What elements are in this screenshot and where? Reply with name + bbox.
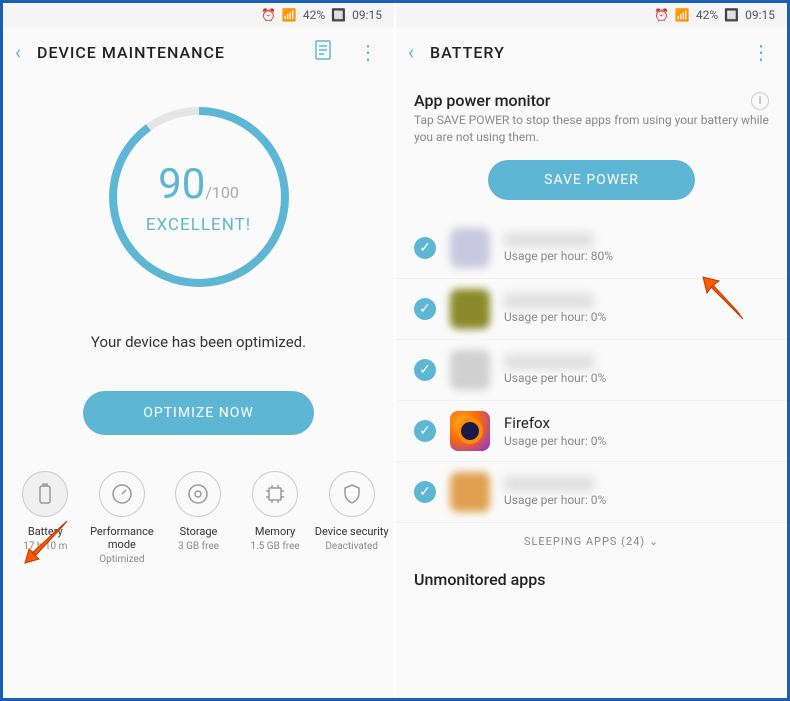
unmonitored-apps-title: Unmonitored apps: [396, 560, 787, 591]
clock: 09:15: [352, 8, 382, 22]
app-row[interactable]: ✓ Usage per hour: 0%: [396, 340, 787, 401]
checkbox-checked-icon[interactable]: ✓: [414, 237, 436, 259]
screen-device-maintenance: ⏰ 📶 42% 🔲 09:15 ‹ DEVICE MAINTENANCE ⋮ 9…: [3, 3, 394, 698]
battery-icon: [22, 471, 68, 517]
back-icon[interactable]: ‹: [15, 40, 21, 64]
bottom-tabs: Battery 17 h 10 m Performance mode Optim…: [3, 465, 394, 579]
tab-label: Performance mode: [84, 525, 161, 551]
page-title: DEVICE MAINTENANCE: [37, 43, 292, 62]
checkbox-checked-icon[interactable]: ✓: [414, 359, 436, 381]
alarm-icon: ⏰: [261, 8, 276, 22]
app-usage: Usage per hour: 80%: [504, 249, 769, 263]
clock: 09:15: [745, 8, 775, 22]
tab-storage[interactable]: Storage 3 GB free: [160, 471, 237, 565]
app-info: Usage per hour: 0%: [504, 294, 769, 324]
tab-label: Battery: [7, 525, 84, 538]
more-icon[interactable]: ⋮: [354, 40, 382, 64]
app-usage: Usage per hour: 0%: [504, 493, 769, 507]
storage-icon: [175, 471, 221, 517]
header: ‹ DEVICE MAINTENANCE ⋮: [3, 27, 394, 77]
app-row[interactable]: ✓ Usage per hour: 0%: [396, 462, 787, 523]
tab-label: Storage: [160, 525, 237, 538]
tab-security[interactable]: Device security Deactivated: [313, 471, 390, 565]
save-power-button[interactable]: SAVE POWER: [488, 160, 695, 200]
alarm-icon: ⏰: [654, 8, 669, 22]
app-info: Usage per hour: 0%: [504, 355, 769, 385]
section-subtitle: Tap SAVE POWER to stop these apps from u…: [396, 112, 787, 160]
app-row[interactable]: ✓ Usage per hour: 80%: [396, 218, 787, 279]
status-bar: ⏰ 📶 42% 🔲 09:15: [396, 3, 787, 27]
shield-icon: [329, 471, 375, 517]
score-gauge: 90/100 EXCELLENT!: [109, 107, 289, 287]
app-info: Usage per hour: 0%: [504, 477, 769, 507]
app-row[interactable]: ✓ Usage per hour: 0%: [396, 279, 787, 340]
page-title: BATTERY: [430, 43, 731, 62]
app-name: Firefox: [504, 414, 769, 432]
section-title-text: App power monitor: [414, 91, 550, 110]
app-name: [504, 355, 594, 369]
app-info: Usage per hour: 80%: [504, 233, 769, 263]
back-icon[interactable]: ‹: [408, 40, 414, 64]
app-usage: Usage per hour: 0%: [504, 434, 769, 448]
gauge-icon: [99, 471, 145, 517]
screen-battery: ⏰ 📶 42% 🔲 09:15 ‹ BATTERY ⋮ App power mo…: [396, 3, 787, 698]
tab-label: Device security: [313, 525, 390, 538]
optimize-now-button[interactable]: OPTIMIZE NOW: [83, 391, 314, 435]
signal-icon: 📶: [675, 8, 690, 22]
checkbox-checked-icon[interactable]: ✓: [414, 420, 436, 442]
chip-icon: [252, 471, 298, 517]
score-value: 90/100: [158, 160, 239, 209]
info-icon[interactable]: i: [751, 92, 769, 110]
tab-sublabel: 17 h 10 m: [7, 541, 84, 552]
app-list: ✓ Usage per hour: 80% ✓ Usage per hour: …: [396, 218, 787, 523]
signal-icon: 📶: [282, 8, 297, 22]
tab-sublabel: 3 GB free: [160, 541, 237, 552]
checkbox-checked-icon[interactable]: ✓: [414, 298, 436, 320]
tab-battery[interactable]: Battery 17 h 10 m: [7, 471, 84, 565]
app-info: Firefox Usage per hour: 0%: [504, 414, 769, 448]
tab-sublabel: Deactivated: [313, 541, 390, 552]
app-icon: [450, 350, 490, 390]
document-icon[interactable]: [308, 40, 338, 65]
sleeping-apps-toggle[interactable]: SLEEPING APPS (24) ⌄: [396, 523, 787, 560]
status-bar: ⏰ 📶 42% 🔲 09:15: [3, 3, 394, 27]
header: ‹ BATTERY ⋮: [396, 27, 787, 77]
score-max: /100: [205, 183, 239, 202]
score-label: EXCELLENT!: [146, 215, 251, 235]
app-icon: [450, 289, 490, 329]
app-usage: Usage per hour: 0%: [504, 371, 769, 385]
gauge-container: 90/100 EXCELLENT!: [3, 77, 394, 297]
app-icon: [450, 411, 490, 451]
checkbox-checked-icon[interactable]: ✓: [414, 481, 436, 503]
tab-sublabel: Optimized: [84, 554, 161, 565]
battery-icon: 🔲: [724, 8, 739, 22]
app-row[interactable]: ✓ Firefox Usage per hour: 0%: [396, 401, 787, 462]
chevron-down-icon: ⌄: [649, 535, 659, 548]
app-name: [504, 477, 594, 491]
battery-pct: 42%: [696, 8, 718, 22]
app-name: [504, 233, 594, 247]
battery-icon: 🔲: [331, 8, 346, 22]
section-title: App power monitor i: [396, 77, 787, 112]
tab-memory[interactable]: Memory 1.5 GB free: [237, 471, 314, 565]
score-number: 90: [158, 160, 205, 209]
app-name: [504, 294, 594, 308]
tab-performance[interactable]: Performance mode Optimized: [84, 471, 161, 565]
tab-sublabel: 1.5 GB free: [237, 541, 314, 552]
tab-label: Memory: [237, 525, 314, 538]
battery-pct: 42%: [303, 8, 325, 22]
app-usage: Usage per hour: 0%: [504, 310, 769, 324]
app-icon: [450, 228, 490, 268]
sleeping-apps-label: SLEEPING APPS (24): [524, 535, 645, 548]
more-icon[interactable]: ⋮: [747, 40, 775, 64]
optimized-message: Your device has been optimized.: [3, 333, 394, 351]
app-icon: [450, 472, 490, 512]
